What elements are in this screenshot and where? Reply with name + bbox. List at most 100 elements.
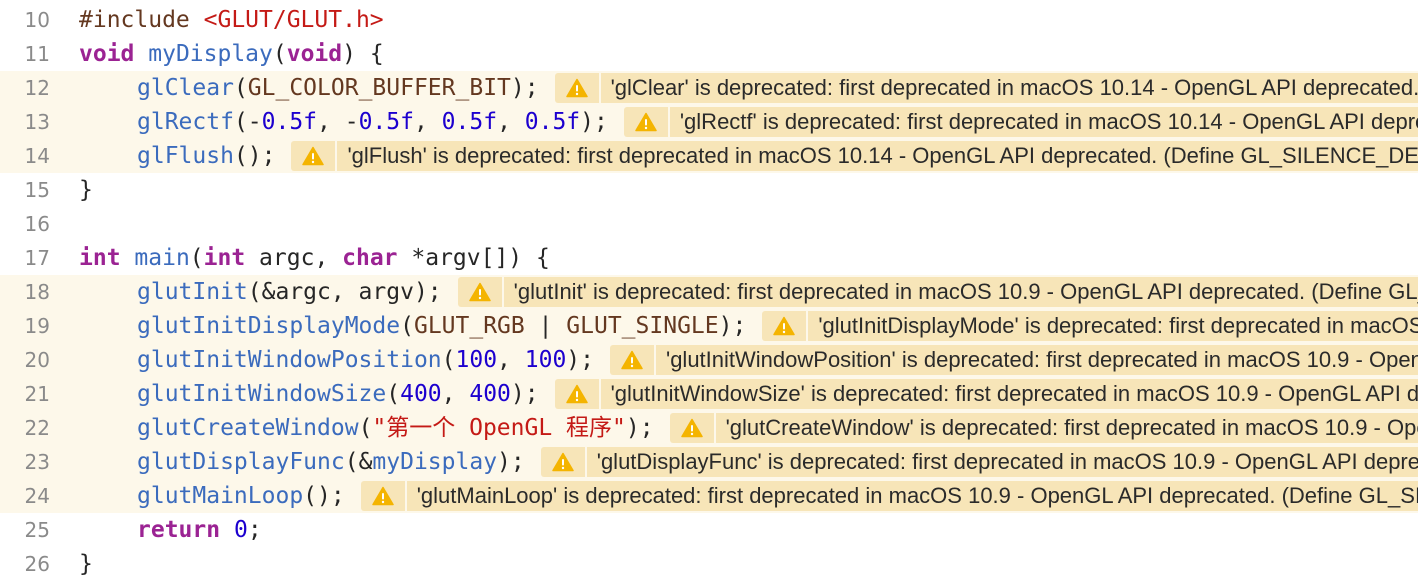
code-token: 0.5f	[441, 109, 498, 135]
code-line[interactable]: 15}	[0, 173, 1418, 207]
code-text[interactable]: glutInitWindowSize(400, 400); 'glutInitWi…	[137, 377, 1418, 411]
warning-icon[interactable]	[458, 277, 504, 307]
code-line[interactable]: 20 glutInitWindowPosition(100, 100); 'glut…	[0, 343, 1418, 377]
code-line[interactable]: 11 void myDisplay(void) {	[0, 37, 1418, 71]
code-text[interactable]: glutInitDisplayMode(GLUT_RGB | GLUT_SING…	[137, 309, 1418, 343]
code-token: );	[510, 75, 539, 101]
code-token: (	[441, 347, 456, 373]
line-number: 15	[24, 178, 50, 202]
code-token: glRectf	[137, 109, 234, 135]
warning-message: 'glutInitWindowSize' is deprecated: firs…	[610, 381, 1418, 406]
code-token: );	[497, 449, 525, 475]
warning-icon[interactable]	[610, 345, 656, 375]
code-line[interactable]: 25 return 0;	[0, 513, 1418, 547]
code-text[interactable]: int main(int argc, char *argv[]) {	[79, 241, 550, 275]
code-token: <GLUT/GLUT.h>	[203, 7, 384, 33]
code-token: );	[510, 381, 539, 407]
code-line[interactable]: 17 int main(int argc, char *argv[]) {	[0, 241, 1418, 275]
code-text[interactable]: #include <GLUT/GLUT.h>	[79, 3, 384, 37]
code-text[interactable]: return 0;	[137, 513, 262, 547]
code-line[interactable]: 22 glutCreateWindow("第一个 OpenGL 程序"); 'glu…	[0, 411, 1418, 445]
warning-icon[interactable]	[361, 481, 407, 511]
warning-annotation[interactable]: 'glutInit' is deprecated: first deprecat…	[457, 277, 1418, 307]
code-token: (&	[344, 449, 373, 475]
code-token: *argv[]) {	[397, 245, 550, 271]
code-token: ,	[413, 109, 442, 135]
code-token: void	[286, 41, 343, 67]
warning-annotation[interactable]: 'glutInitWindowSize' is deprecated: firs…	[554, 379, 1418, 409]
warning-message: 'glutInitWindowPosition' is deprecated: …	[666, 347, 1418, 372]
warning-annotation[interactable]: 'glutCreateWindow' is deprecated: first …	[669, 413, 1418, 443]
code-line[interactable]: 12 glClear(GL_COLOR_BUFFER_BIT); 'glClear'…	[0, 71, 1418, 105]
code-line[interactable]: 21 glutInitWindowSize(400, 400); 'glutInit…	[0, 377, 1418, 411]
code-token: ,	[497, 347, 525, 373]
code-text[interactable]: }	[79, 173, 93, 207]
warning-icon[interactable]	[624, 107, 670, 137]
code-token: ,	[497, 109, 525, 135]
line-number: 11	[24, 42, 50, 66]
warning-annotation[interactable]: 'glClear' is deprecated: first deprecate…	[554, 73, 1418, 103]
line-number: 20	[24, 348, 50, 372]
code-line[interactable]: 19 glutInitDisplayMode(GLUT_RGB | GLUT_SI…	[0, 309, 1418, 343]
code-line[interactable]: 24 glutMainLoop (); 'glutMainLoop' is depre…	[0, 479, 1418, 513]
warning-icon[interactable]	[762, 311, 809, 341]
code-token: glutInitDisplayMode	[137, 313, 401, 339]
code-token: , -	[317, 109, 359, 135]
warning-annotation[interactable]: 'glutInitDisplayMode' is deprecated: fir…	[762, 311, 1418, 341]
code-text[interactable]: glutInitWindowPosition(100, 100); 'glutIn…	[137, 343, 1418, 377]
code-token: "第一个 OpenGL 程序"	[372, 415, 626, 441]
line-number: 19	[24, 314, 50, 338]
warning-annotation[interactable]: 'glFlush' is deprecated: first deprecate…	[291, 141, 1418, 171]
code-token: ,	[441, 381, 470, 407]
code-line[interactable]: 16	[0, 207, 1418, 241]
code-text[interactable]: }	[79, 547, 93, 581]
warning-message: 'glutMainLoop' is deprecated: first depr…	[416, 483, 1418, 508]
warning-icon[interactable]	[291, 141, 338, 171]
code-line[interactable]: 23 glutDisplayFunc (& myDisplay); 'glutDispl…	[0, 445, 1418, 479]
code-token: ;	[247, 517, 262, 543]
line-number: 12	[24, 76, 50, 100]
code-token: (-	[233, 109, 262, 135]
code-text[interactable]: glutInit (&argc, argv); 'glutInit' is depr…	[137, 275, 1418, 309]
code-text[interactable]: glRectf (- 0.5f, -0.5f, 0.5f, 0.5f);'glRec…	[137, 105, 1418, 139]
code-text[interactable]: glutDisplayFunc (& myDisplay); 'glutDisplay…	[137, 445, 1418, 479]
warning-icon[interactable]	[555, 73, 601, 103]
code-line[interactable]: 13 glRectf (- 0.5f, -0.5f, 0.5f, 0.5f);'glR…	[0, 105, 1418, 139]
code-token: glClear	[137, 75, 234, 101]
code-token: myDisplay	[148, 41, 273, 67]
code-token: (	[358, 415, 373, 441]
warning-annotation[interactable]: 'glRectf' is deprecated: first deprecate…	[623, 107, 1418, 137]
code-token: 0.5f	[524, 109, 581, 135]
code-token: char	[342, 245, 398, 271]
line-number: 14	[24, 144, 50, 168]
warning-message: 'glRectf' is deprecated: first deprecate…	[679, 109, 1418, 134]
code-text[interactable]: glutMainLoop (); 'glutMainLoop' is depreca…	[137, 479, 1418, 513]
code-line[interactable]: 18 glutInit (&argc, argv); 'glutInit' is de…	[0, 275, 1418, 309]
code-token: glutCreateWindow	[137, 415, 359, 441]
warning-icon[interactable]	[541, 447, 587, 477]
warning-annotation[interactable]: 'glutMainLoop' is deprecated: first depr…	[360, 481, 1418, 511]
code-line[interactable]: 26}	[0, 547, 1418, 581]
code-text[interactable]: glFlush (); 'glFlush' is deprecated: first…	[137, 139, 1418, 173]
code-token: 0	[233, 517, 248, 543]
line-number: 22	[24, 416, 50, 440]
code-token: main	[134, 245, 190, 271]
code-token: 100	[455, 347, 498, 373]
code-editor[interactable]: 10 #include <GLUT/GLUT.h> 11 void myDisplay…	[0, 0, 1418, 586]
code-token: (	[272, 41, 287, 67]
code-text[interactable]: glutCreateWindow("第一个 OpenGL 程序"); 'glutC…	[137, 411, 1418, 445]
code-text[interactable]: glClear(GL_COLOR_BUFFER_BIT); 'glClear' i…	[137, 71, 1418, 105]
code-line[interactable]: 10 #include <GLUT/GLUT.h>	[0, 3, 1418, 37]
warning-annotation[interactable]: 'glutInitWindowPosition' is deprecated: …	[610, 345, 1418, 375]
warning-icon[interactable]	[670, 413, 716, 443]
code-token: |	[524, 313, 567, 339]
code-line[interactable]: 14 glFlush (); 'glFlush' is deprecated: fir…	[0, 139, 1418, 173]
warning-icon[interactable]	[555, 379, 601, 409]
code-token: );	[580, 109, 608, 135]
code-token: }	[79, 551, 93, 577]
code-text[interactable]: void myDisplay(void) {	[79, 37, 384, 71]
warning-annotation[interactable]: 'glutDisplayFunc' is deprecated: first d…	[540, 447, 1418, 477]
code-token: 0.5f	[358, 109, 414, 135]
